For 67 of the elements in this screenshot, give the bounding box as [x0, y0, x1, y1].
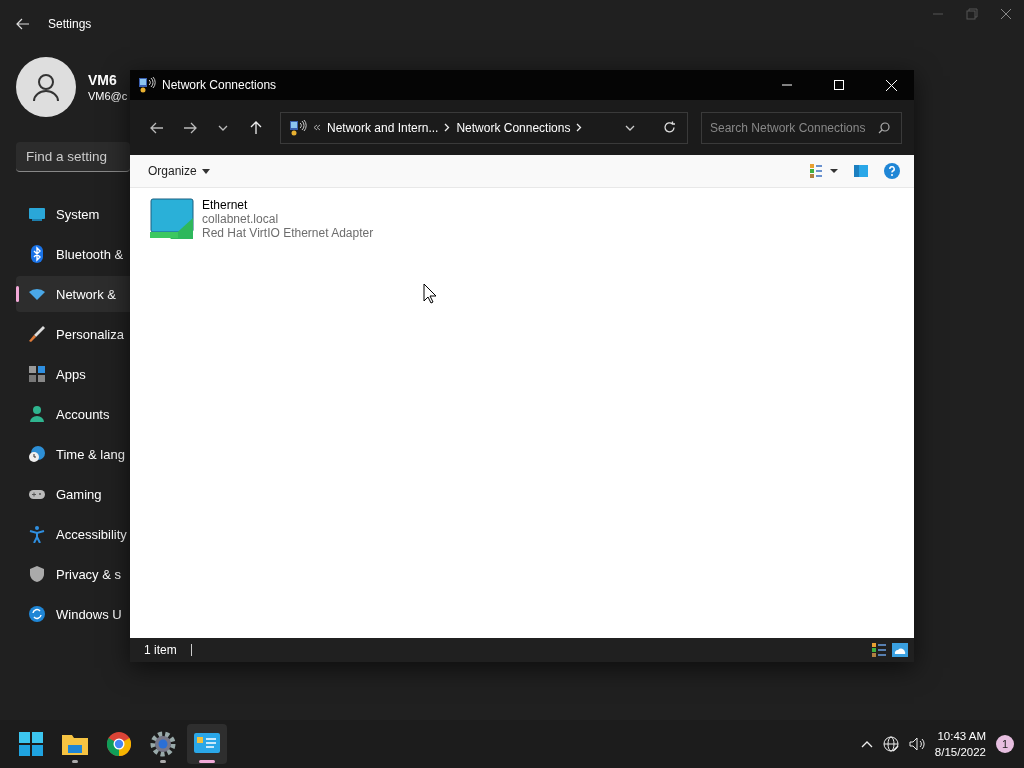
details-view-icon[interactable]	[872, 643, 886, 657]
system-icon	[28, 205, 46, 223]
forward-arrow-icon[interactable]	[182, 121, 197, 134]
maximize-icon[interactable]	[834, 80, 844, 90]
adapter-detail: Red Hat VirtIO Ethernet Adapter	[202, 226, 374, 240]
app-title: Settings	[48, 17, 92, 31]
globe-icon[interactable]	[882, 736, 899, 752]
search-field[interactable]: Find a setting	[16, 142, 130, 172]
refresh-icon[interactable]	[663, 121, 677, 134]
nav-item[interactable]: Accessibility	[16, 516, 130, 552]
accounts-icon	[28, 405, 46, 423]
cursor-icon	[423, 283, 437, 304]
network-icon	[138, 77, 156, 93]
nav-item[interactable]: Network &	[16, 276, 130, 312]
chevron-down-icon[interactable]	[217, 124, 228, 131]
nav-item[interactable]: Privacy & s	[16, 556, 130, 592]
breadcrumb[interactable]: Network Connections	[456, 120, 571, 135]
folder-icon	[62, 733, 88, 755]
gear-icon	[150, 731, 176, 757]
accessibility-icon	[28, 525, 46, 543]
privacy-icon	[28, 565, 46, 583]
nav-item[interactable]: Personaliza	[16, 316, 130, 352]
apps-icon	[28, 365, 46, 383]
network-icon	[289, 119, 307, 136]
help-icon[interactable]	[884, 163, 900, 179]
taskbar-app[interactable]	[187, 724, 227, 764]
chevron-icon	[444, 123, 451, 132]
nav-item[interactable]: System	[16, 196, 130, 232]
search-field[interactable]: Search Network Connections	[701, 111, 902, 144]
nav-item[interactable]: Apps	[16, 356, 130, 392]
adapter-name: Ethernet	[202, 198, 249, 212]
update-icon	[28, 605, 46, 623]
nav-item[interactable]: Accounts	[16, 396, 130, 432]
bluetooth-icon	[28, 245, 46, 263]
item-count: 1 item	[144, 643, 177, 657]
network-window-icon	[194, 733, 220, 755]
chevron-icon	[576, 123, 583, 132]
nav-item[interactable]: Bluetooth &	[16, 236, 130, 272]
caret-icon	[201, 168, 210, 174]
address-bar[interactable]: Network and Intern... Network Connections	[280, 111, 688, 144]
clock[interactable]: 10:43 AM 8/15/2022	[934, 728, 986, 760]
personalization-icon	[28, 325, 46, 343]
user-email: VM6@c	[88, 90, 128, 102]
user-icon	[31, 72, 61, 102]
speaker-icon[interactable]	[908, 737, 925, 751]
organize-button[interactable]: Organize	[148, 162, 210, 180]
adapter-detail: collabnet.local	[202, 212, 280, 226]
chrome-icon	[107, 732, 131, 756]
ethernet-adapter-icon[interactable]	[150, 198, 194, 240]
chevron-down-icon[interactable]	[625, 124, 635, 131]
overflow-icon	[313, 124, 321, 131]
search-icon	[878, 121, 890, 134]
nav-item[interactable]: Gaming	[16, 476, 130, 512]
nav-item[interactable]: Time & lang	[16, 436, 130, 472]
window-title: Network Connections	[162, 78, 278, 92]
notification-badge[interactable]: 1	[996, 735, 1014, 753]
view-options-icon[interactable]	[810, 164, 838, 178]
time-icon	[28, 445, 46, 463]
user-name: VM6	[88, 72, 118, 88]
nav-item[interactable]: Windows U	[16, 596, 130, 632]
windows-logo-icon	[19, 732, 43, 756]
tiles-view-icon[interactable]	[892, 643, 908, 657]
breadcrumb[interactable]: Network and Intern...	[327, 120, 439, 135]
chevron-up-icon[interactable]	[860, 740, 873, 748]
back-icon[interactable]	[16, 18, 30, 30]
up-arrow-icon[interactable]	[249, 120, 262, 135]
back-arrow-icon[interactable]	[149, 121, 164, 134]
